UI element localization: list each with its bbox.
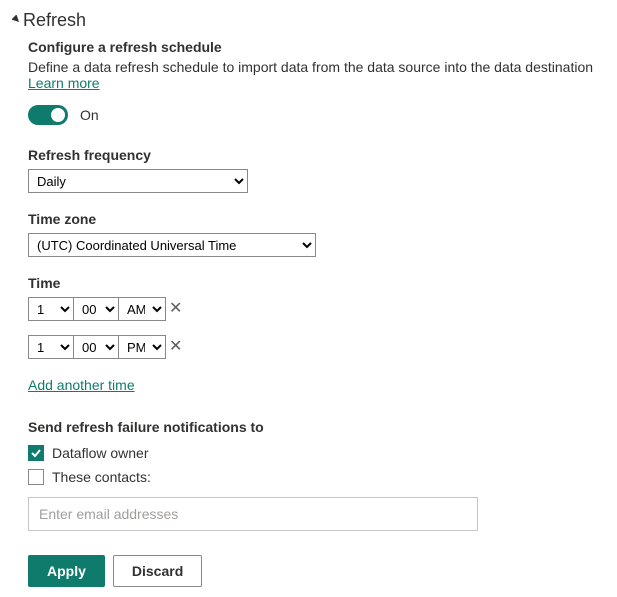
time-minute-select[interactable]: 00 [73,335,119,359]
timezone-select[interactable]: (UTC) Coordinated Universal Time [28,233,316,257]
add-time-link[interactable]: Add another time [28,377,135,393]
timezone-label: Time zone [28,211,605,227]
time-row: 1 00 AM ✕ [28,297,605,321]
frequency-label: Refresh frequency [28,147,605,163]
owner-checkbox-label: Dataflow owner [52,445,149,461]
section-header[interactable]: Refresh [12,10,605,31]
remove-time-icon[interactable]: ✕ [169,339,182,355]
refresh-toggle[interactable] [28,105,68,125]
discard-button[interactable]: Discard [113,555,202,587]
time-hour-select[interactable]: 1 [28,297,74,321]
time-ampm-select[interactable]: PM [118,335,166,359]
time-minute-select[interactable]: 00 [73,297,119,321]
remove-time-icon[interactable]: ✕ [169,301,182,317]
notifications-label: Send refresh failure notifications to [28,419,605,435]
contacts-checkbox-label: These contacts: [52,469,151,485]
section-title: Refresh [23,10,86,31]
description-text: Define a data refresh schedule to import… [28,59,593,75]
section-subtitle: Configure a refresh schedule [28,39,605,55]
apply-button[interactable]: Apply [28,555,105,587]
frequency-select[interactable]: Daily [28,169,248,193]
time-row: 1 00 PM ✕ [28,335,605,359]
section-description: Define a data refresh schedule to import… [28,59,605,91]
owner-checkbox[interactable] [28,445,44,461]
time-label: Time [28,275,605,291]
time-hour-select[interactable]: 1 [28,335,74,359]
collapse-arrow-icon [12,15,21,27]
toggle-label: On [80,107,99,123]
learn-more-link[interactable]: Learn more [28,75,100,91]
contacts-checkbox[interactable] [28,469,44,485]
time-ampm-select[interactable]: AM [118,297,166,321]
contacts-email-input[interactable] [28,497,478,531]
check-icon [30,447,42,459]
